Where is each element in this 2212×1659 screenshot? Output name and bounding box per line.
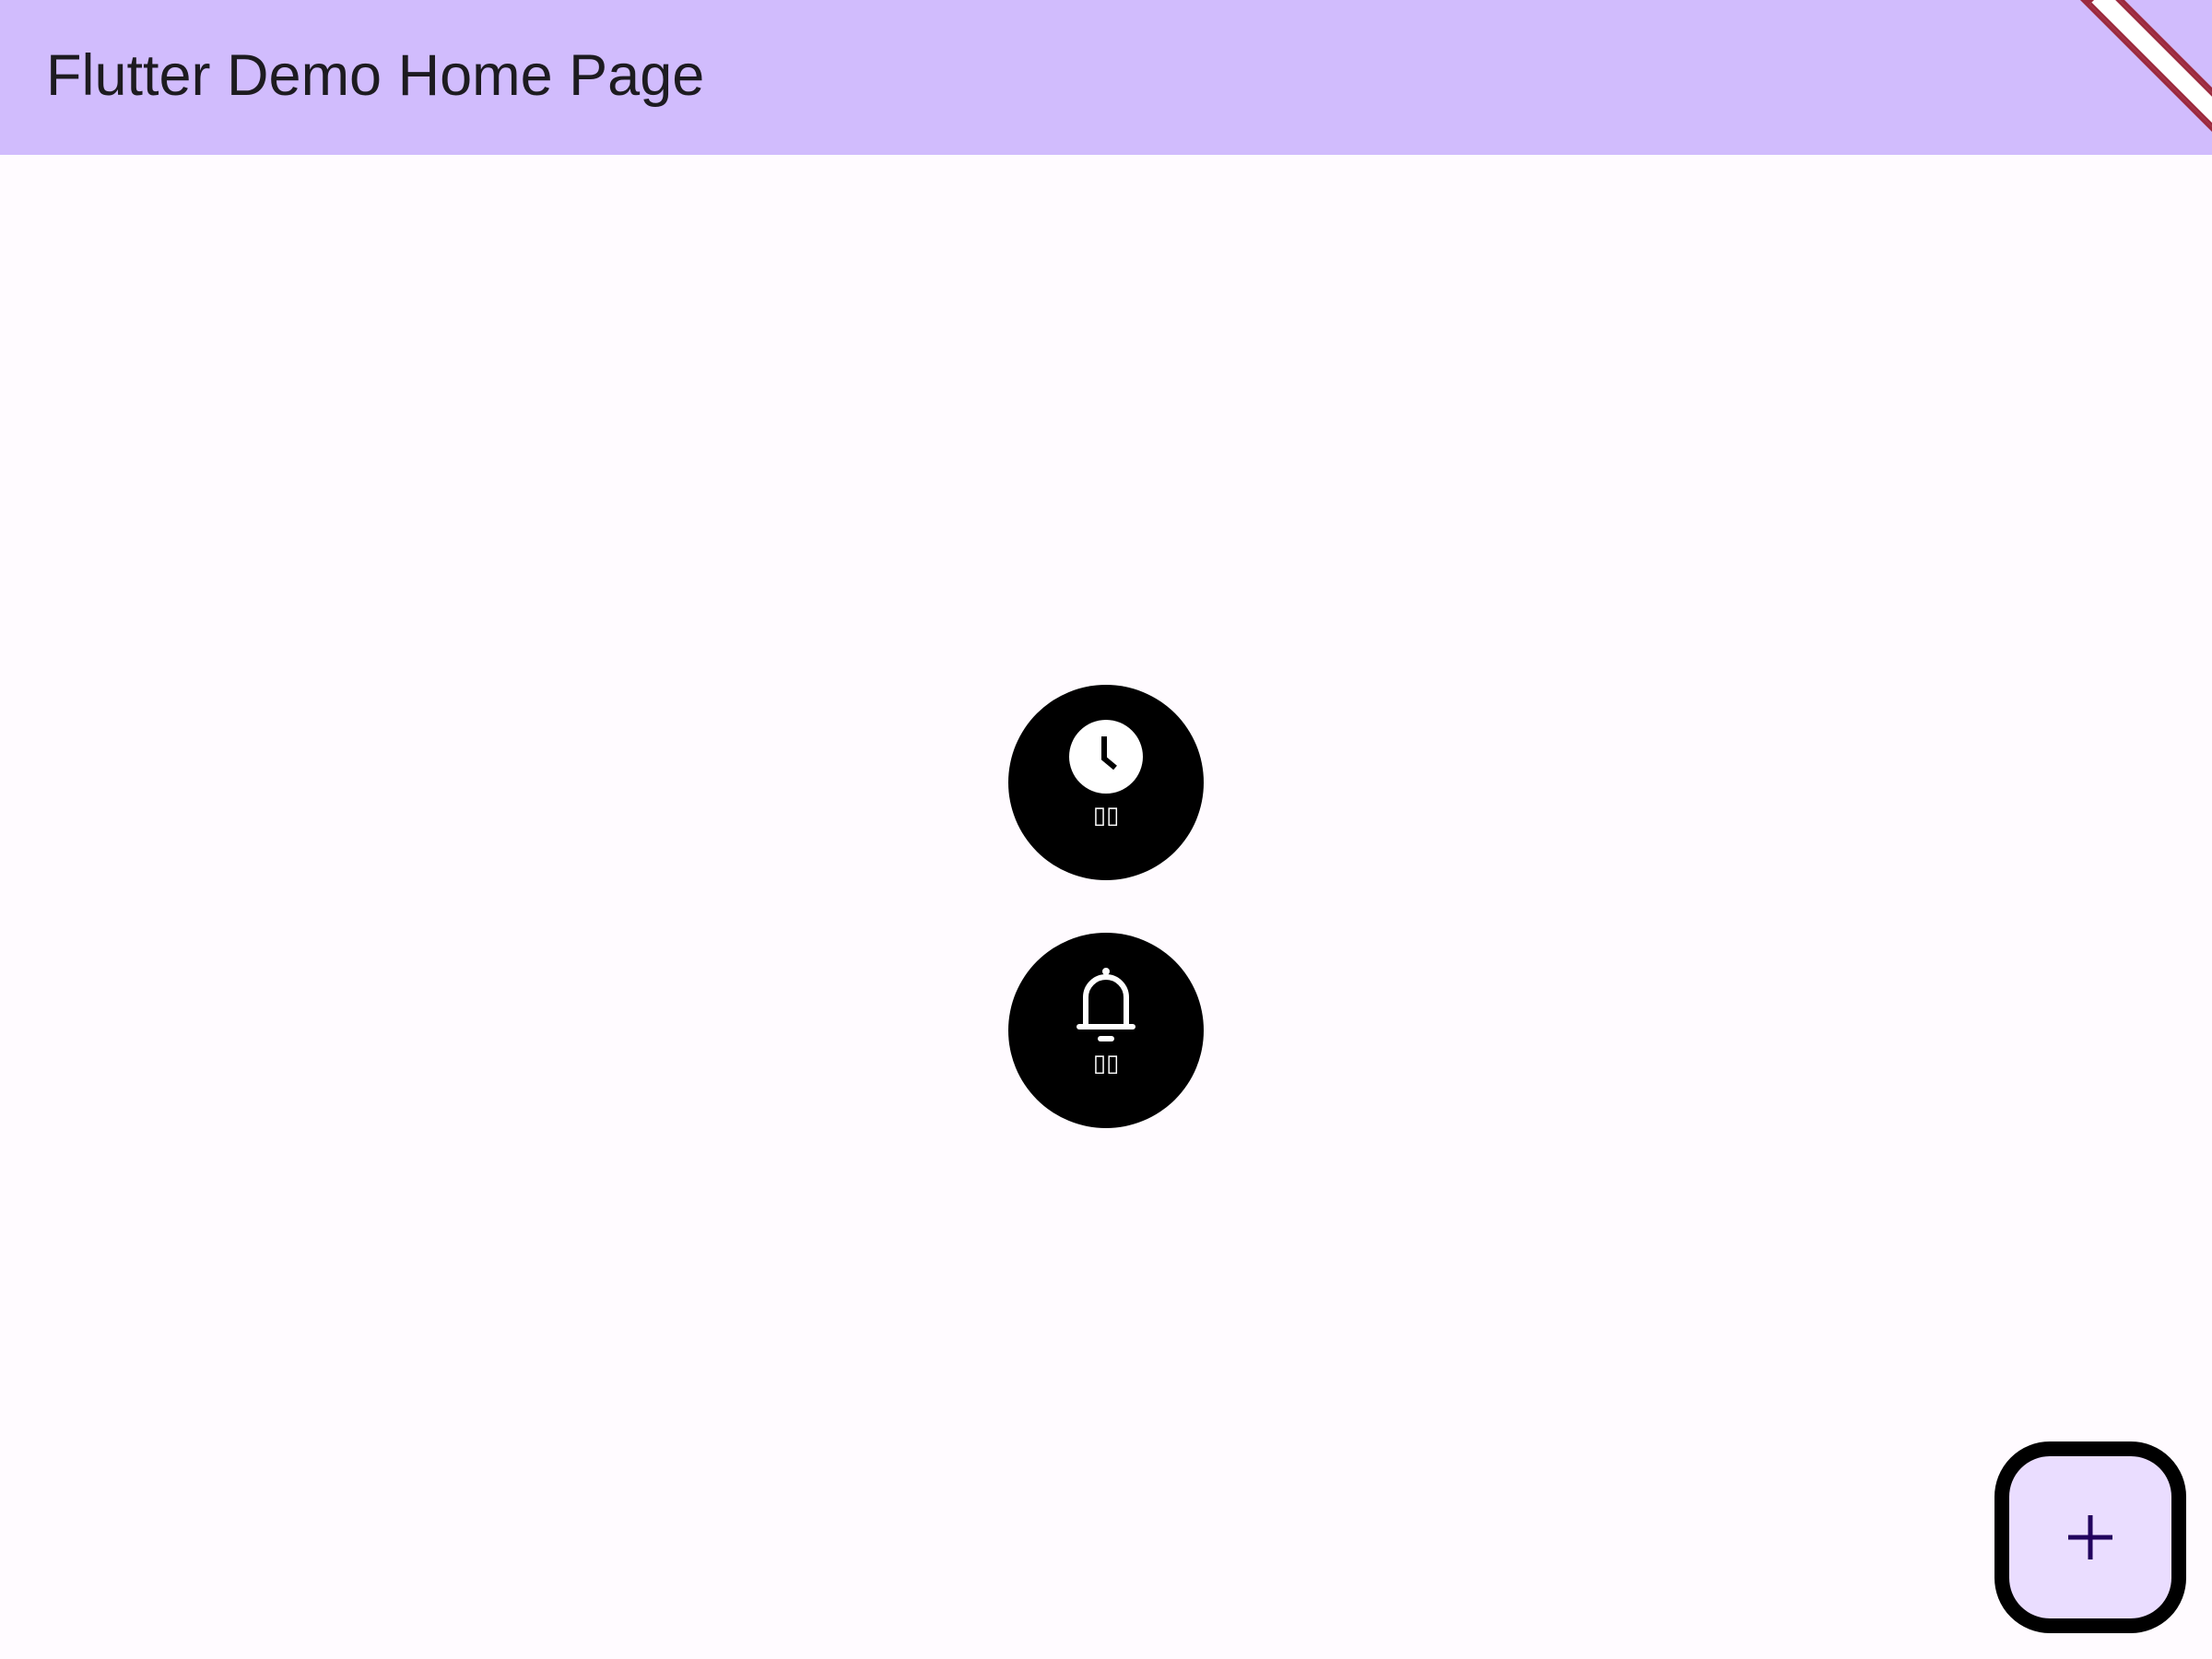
page-title: Flutter Demo Home Page [46, 43, 705, 108]
bell-button[interactable]: ▯▯ [1008, 933, 1204, 1128]
clock-button[interactable]: ▯▯ [1008, 685, 1204, 880]
bell-button-label: ▯▯ [1092, 1050, 1120, 1077]
bell-icon [1077, 968, 1135, 1041]
app-bar: Flutter Demo Home Page [0, 0, 2212, 155]
add-icon [2068, 1515, 2112, 1559]
add-button[interactable] [1994, 1441, 2186, 1633]
clock-icon [1069, 720, 1143, 794]
clock-button-label: ▯▯ [1092, 802, 1120, 830]
